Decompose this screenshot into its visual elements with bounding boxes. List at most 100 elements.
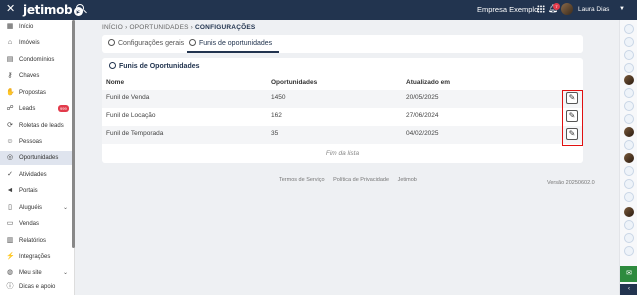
contact-avatar[interactable] [624, 192, 634, 202]
footer-links: Termos de Serviço Política de Privacidad… [279, 177, 424, 183]
people-icon: ☺ [6, 138, 14, 145]
close-icon[interactable]: ✕ [6, 3, 15, 16]
table-row[interactable]: Funil de Temporada 35 04/02/2025 ✎ [102, 126, 583, 144]
rent-icon: ▯ [8, 204, 12, 211]
sidebar-item-label: Dicas e apoio [19, 284, 56, 290]
breadcrumb-oportunidades[interactable]: OPORTUNIDADES [129, 24, 188, 31]
sidebar-scrollbar[interactable] [72, 20, 75, 248]
highlight-box [562, 90, 583, 146]
house-icon: ⌂ [7, 39, 13, 46]
sidebar-item-meu-site[interactable]: ◍ Meu site ⌄ [0, 266, 72, 280]
sidebar-item-leads[interactable]: ☍ Leads 999 [0, 102, 72, 116]
contact-avatar[interactable] [624, 153, 634, 163]
sidebar-item-chaves[interactable]: ⚷ Chaves [0, 69, 72, 83]
contact-avatar[interactable] [624, 63, 634, 73]
contact-avatar[interactable] [624, 166, 634, 176]
search-icon[interactable] [76, 4, 84, 12]
logo[interactable]: jetimob ▶ [23, 3, 84, 17]
column-header-updated: Atualizado em [406, 79, 451, 86]
brand-link[interactable]: Jetimob [398, 177, 417, 183]
sidebar-item-label: Relatórios [19, 238, 47, 244]
contact-avatar[interactable] [624, 127, 634, 137]
sidebar-item-atividades[interactable]: ✓ Atividades [0, 168, 72, 182]
sidebar-item-integracoes[interactable]: ⚡ Integrações [0, 250, 72, 264]
sidebar-item-vendas[interactable]: ▭ Vendas [0, 217, 72, 231]
sidebar-item-label: Vendas [19, 221, 40, 227]
user-name[interactable]: Laura Dias [578, 6, 609, 13]
grid-icon: ▦ [6, 23, 14, 30]
row-updated: 20/05/2025 [406, 94, 439, 101]
sidebar-item-label: Leads [19, 106, 36, 112]
contact-avatar[interactable] [624, 50, 634, 60]
contact-avatar[interactable] [624, 233, 634, 243]
right-contacts-bar: ✉ ‹ [619, 20, 637, 295]
funnel-icon [189, 39, 196, 46]
sidebar-item-label: Aluguéis [19, 205, 43, 211]
privacy-link[interactable]: Política de Privacidade [333, 177, 389, 183]
card-title: Funis de Oportunidades [109, 62, 200, 70]
chat-icon: ✉ [626, 270, 632, 277]
gear-icon [108, 39, 115, 46]
row-opportunities: 162 [271, 112, 282, 119]
chevron-down-icon[interactable]: ⌄ [63, 201, 68, 215]
sidebar-item-label: Propostas [19, 90, 47, 96]
sidebar-item-label: Imóveis [19, 40, 40, 46]
chat-button[interactable]: ✉ [620, 266, 637, 282]
table-row[interactable]: Funil de Venda 1450 20/05/2025 ✎ [102, 90, 583, 108]
table-row[interactable]: Funil de Locação 162 27/06/2024 ✎ [102, 108, 583, 126]
sale-icon: ▭ [6, 220, 14, 227]
breadcrumb-inicio[interactable]: INÍCIO [102, 24, 123, 31]
chevron-down-icon[interactable]: ⌄ [63, 266, 68, 280]
chevron-down-icon[interactable]: ▼ [619, 6, 625, 12]
row-updated: 04/02/2025 [406, 130, 439, 137]
sidebar-item-portais[interactable]: ◄ Portais [0, 184, 72, 198]
target-icon: ◎ [6, 154, 14, 161]
sidebar-item-dicas[interactable]: ⓘ Dicas e apoio [0, 280, 72, 294]
contact-avatar[interactable] [624, 37, 634, 47]
avatar[interactable] [561, 3, 573, 15]
users-icon: ☍ [6, 105, 14, 112]
contact-avatar[interactable] [624, 75, 634, 85]
sidebar-item-inicio[interactable]: ▦ Início [0, 20, 72, 34]
sidebar-item-label: Pessoas [19, 139, 43, 145]
sidebar-item-condominios[interactable]: ▤ Condomínios [0, 53, 72, 67]
sidebar-item-label: Início [19, 24, 34, 30]
sidebar-item-alugueis[interactable]: ▯ Aluguéis ⌄ [0, 201, 72, 215]
apps-grid-icon[interactable] [537, 5, 545, 13]
row-name: Funil de Temporada [106, 130, 164, 137]
sidebar-item-label: Roletas de leads [19, 123, 64, 129]
building-icon: ▤ [6, 56, 14, 63]
tab-funnels[interactable]: Funis de oportunidades [189, 39, 272, 47]
version-text: Versão 20250602.0 [547, 180, 595, 186]
sidebar-item-oportunidades[interactable]: ◎ Oportunidades [0, 151, 72, 165]
contact-avatar[interactable] [624, 88, 634, 98]
tab-general[interactable]: Configurações gerais [108, 39, 184, 47]
megaphone-icon: ◄ [6, 187, 14, 194]
contact-avatar[interactable] [624, 140, 634, 150]
row-name: Funil de Venda [106, 94, 150, 101]
contact-avatar[interactable] [624, 220, 634, 230]
sidebar-item-imoveis[interactable]: ⌂ Imóveis [0, 36, 72, 50]
sidebar-item-pessoas[interactable]: ☺ Pessoas [0, 135, 72, 149]
company-name[interactable]: Empresa Exemplo [477, 5, 538, 14]
tab-label: Configurações gerais [118, 40, 185, 47]
contact-avatar[interactable] [624, 101, 634, 111]
contact-avatar[interactable] [624, 114, 634, 124]
contact-avatar[interactable] [624, 246, 634, 256]
tabs-bar: Configurações gerais Funis de oportunida… [102, 35, 583, 53]
terms-link[interactable]: Termos de Serviço [279, 177, 325, 183]
breadcrumb: INÍCIO › OPORTUNIDADES › CONFIGURAÇÕES [102, 24, 255, 31]
contact-avatar[interactable] [624, 207, 634, 217]
row-name: Funil de Locação [106, 112, 156, 119]
sidebar-item-roletas[interactable]: ⟳ Roletas de leads [0, 119, 72, 133]
contact-avatar[interactable] [624, 24, 634, 34]
info-icon: ⓘ [6, 283, 14, 290]
logo-text: jetimob [23, 3, 73, 17]
globe-icon: ◍ [6, 269, 14, 276]
sidebar-item-propostas[interactable]: ✋ Propostas [0, 86, 72, 100]
sidebar-item-label: Oportunidades [19, 155, 59, 161]
sidebar-item-relatorios[interactable]: ▥ Relatórios [0, 234, 72, 248]
tab-label: Funis de oportunidades [199, 40, 273, 47]
collapse-button[interactable]: ‹ [620, 284, 637, 295]
contact-avatar[interactable] [624, 179, 634, 189]
